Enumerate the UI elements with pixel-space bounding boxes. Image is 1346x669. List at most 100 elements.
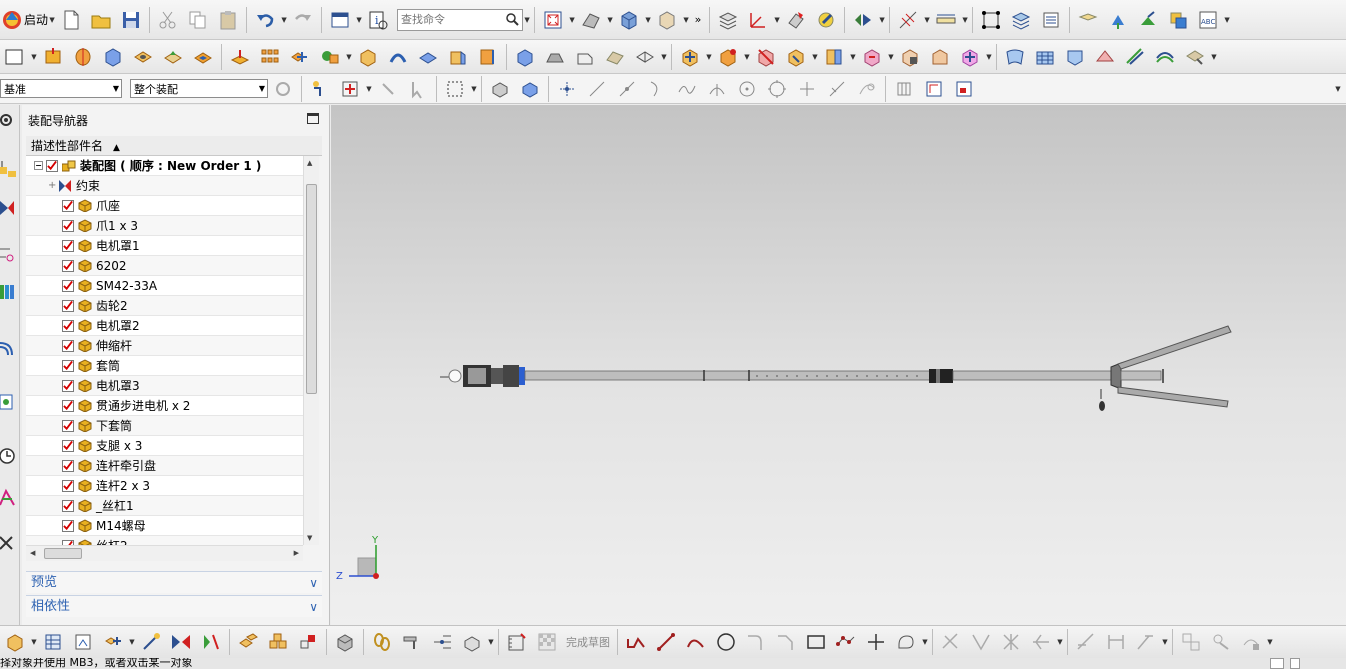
studio-surface-icon[interactable] — [1062, 44, 1088, 70]
chevron-down-icon[interactable]: ∨ — [309, 572, 318, 594]
snap-intersection-icon[interactable] — [674, 76, 700, 102]
select-feature-icon[interactable] — [375, 76, 401, 102]
select-solid-icon[interactable] — [487, 76, 513, 102]
arc-icon[interactable] — [683, 629, 709, 655]
move-relative-icon[interactable] — [138, 629, 164, 655]
sweep-icon[interactable] — [602, 44, 628, 70]
sew-icon[interactable] — [1152, 44, 1178, 70]
visibility-checkbox[interactable] — [46, 159, 58, 172]
cut-icon[interactable] — [155, 7, 181, 33]
tree-part-row[interactable]: _丝杠1 — [26, 496, 303, 516]
note-icon[interactable] — [1075, 7, 1101, 33]
new-component-icon[interactable] — [715, 44, 741, 70]
leg-assembly-part[interactable] — [1099, 325, 1232, 411]
offset-curve-icon[interactable] — [893, 629, 919, 655]
offset-face-icon[interactable] — [415, 44, 441, 70]
group-components-icon[interactable] — [265, 629, 291, 655]
patch-icon[interactable] — [1182, 44, 1208, 70]
background-icon[interactable] — [654, 7, 680, 33]
wcs-icon[interactable] — [745, 7, 771, 33]
snap-on-face-icon[interactable] — [854, 76, 880, 102]
extrude-icon[interactable] — [40, 44, 66, 70]
visibility-checkbox[interactable] — [62, 399, 74, 412]
assembly-navigator-icon[interactable] — [0, 157, 18, 179]
visibility-checkbox[interactable] — [62, 439, 74, 452]
start-button[interactable]: 启动 ▼ — [2, 9, 56, 31]
revolve-icon[interactable] — [70, 44, 96, 70]
select-plus-icon[interactable] — [337, 76, 363, 102]
undo-icon[interactable] — [252, 7, 278, 33]
collapse-icon[interactable]: − — [34, 161, 43, 170]
command-search-input[interactable] — [401, 13, 502, 26]
layer-stack-icon[interactable] — [715, 7, 741, 33]
assembly-constraint-icon[interactable] — [978, 7, 1004, 33]
sequence-icon[interactable] — [897, 44, 923, 70]
geometric-constraint-icon[interactable] — [1073, 629, 1099, 655]
tree-part-row[interactable]: 贯通步进电机 x 2 — [26, 396, 303, 416]
tree-part-row[interactable]: 电机罩2 — [26, 316, 303, 336]
claw-seat-part[interactable] — [440, 365, 525, 387]
view-orientation-icon[interactable] — [616, 7, 642, 33]
unite-icon[interactable] — [287, 44, 313, 70]
visibility-checkbox[interactable] — [62, 359, 74, 372]
scroll-left-icon[interactable]: ◀ — [30, 549, 35, 557]
reposition-icon[interactable] — [1135, 7, 1161, 33]
abc-sheet-icon[interactable]: ABC — [1195, 7, 1221, 33]
convert-reference-icon[interactable] — [1238, 629, 1264, 655]
status-grid-icon[interactable] — [1270, 658, 1284, 669]
select-body-icon[interactable] — [405, 76, 431, 102]
tree-part-row[interactable]: 丝杠2 — [26, 536, 303, 545]
reference-set-icon[interactable] — [957, 44, 983, 70]
constraint-navigator-icon[interactable] — [0, 197, 18, 219]
pocket-icon[interactable] — [190, 44, 216, 70]
mirror-assembly-icon[interactable] — [753, 44, 779, 70]
polygon-icon[interactable] — [833, 629, 859, 655]
tree-part-row[interactable]: 6202 — [26, 256, 303, 276]
part-navigator-icon[interactable] — [0, 243, 18, 265]
snap-endpoint-icon[interactable] — [554, 76, 580, 102]
thicken-icon[interactable] — [385, 44, 411, 70]
snap-control-icon[interactable] — [644, 76, 670, 102]
show-hide-icon[interactable] — [850, 7, 876, 33]
exploded-view-icon[interactable] — [859, 44, 885, 70]
tree-root[interactable]: − 装配图 ( 顺序 : New Order 1 ) — [26, 156, 303, 176]
face-blend-icon[interactable] — [572, 44, 598, 70]
n-sided-surface-icon[interactable] — [1092, 44, 1118, 70]
scrollbar-thumb[interactable] — [306, 184, 317, 394]
column-header[interactable]: 描述性部件名 ▲ — [26, 136, 322, 156]
move-object-icon[interactable] — [783, 7, 809, 33]
assembly-constraint-icon[interactable] — [2, 629, 28, 655]
instance-feature-icon[interactable] — [257, 44, 283, 70]
tree-part-row[interactable]: 连杆牵引盘 — [26, 456, 303, 476]
edge-blend-icon[interactable] — [512, 44, 538, 70]
visibility-checkbox[interactable] — [62, 379, 74, 392]
snap-line-icon[interactable] — [584, 76, 610, 102]
visibility-checkbox[interactable] — [62, 299, 74, 312]
command-search[interactable] — [397, 8, 524, 31]
tree-part-row[interactable]: 电机罩3 — [26, 376, 303, 396]
paste-icon[interactable] — [215, 7, 241, 33]
visibility-checkbox[interactable] — [62, 479, 74, 492]
wire-body-icon[interactable] — [632, 44, 658, 70]
magnifier-icon[interactable] — [505, 12, 519, 29]
link-components-icon[interactable] — [295, 629, 321, 655]
filter-settings-icon[interactable] — [270, 76, 296, 102]
snap-on-curve-icon[interactable] — [824, 76, 850, 102]
quick-trim-icon[interactable] — [938, 629, 964, 655]
dependency-section[interactable]: 相依性 ∨ — [26, 595, 322, 617]
subtract-icon[interactable] — [317, 44, 343, 70]
line-icon[interactable] — [653, 629, 679, 655]
view-section-icon[interactable] — [951, 76, 977, 102]
emboss-icon[interactable] — [227, 44, 253, 70]
visibility-checkbox[interactable] — [62, 459, 74, 472]
window-icon[interactable] — [327, 7, 353, 33]
extension-icon[interactable] — [1122, 44, 1148, 70]
tree-part-row[interactable]: 电机罩1 — [26, 236, 303, 256]
tree-part-row[interactable]: 齿轮2 — [26, 296, 303, 316]
assembly-cut-icon[interactable] — [783, 44, 809, 70]
system-materials-icon[interactable] — [0, 487, 18, 509]
sketch-icon[interactable] — [504, 629, 530, 655]
snap-circle-icon[interactable] — [764, 76, 790, 102]
trim-body-icon[interactable] — [475, 44, 501, 70]
assembly-model[interactable]: Y Z — [331, 105, 1346, 625]
